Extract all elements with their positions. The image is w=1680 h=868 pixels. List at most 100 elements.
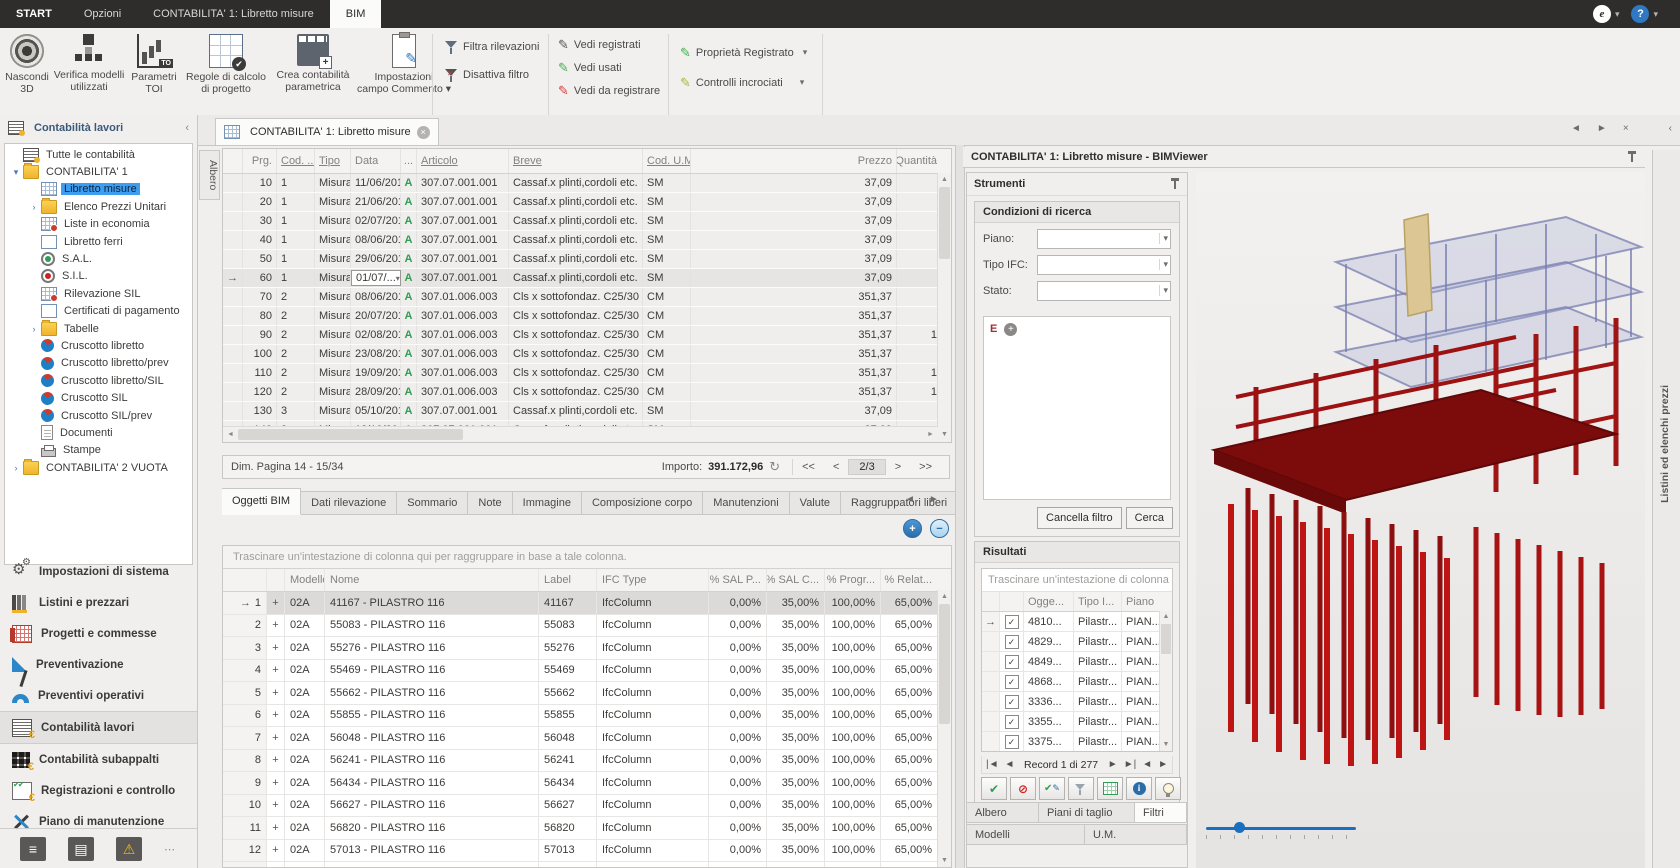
document-tab[interactable]: CONTABILITA' 1: Libretto misure ×: [215, 118, 439, 145]
row-checkbox[interactable]: [1005, 695, 1019, 709]
measure-row[interactable]: 30 1 Misura 02/07/2018 A 307.07.001.001 …: [223, 212, 951, 231]
tree-item[interactable]: Libretto ferri: [5, 233, 192, 250]
more-options-icon[interactable]: ⋯: [164, 843, 177, 856]
module-nav-item[interactable]: Contabilità subappalti: [0, 744, 197, 775]
menu-tab[interactable]: CONTABILITA' 1: Libretto misure: [137, 0, 330, 28]
pin-icon[interactable]: [1170, 178, 1180, 190]
tree-expander-icon[interactable]: ›: [9, 463, 23, 473]
bim-object-row[interactable]: 3 + 02A 55276 - PILASTRO 116 55276 IfcCo…: [223, 637, 951, 660]
date-cell[interactable]: 20/07/2018: [351, 307, 401, 325]
row-checkbox[interactable]: [1005, 655, 1019, 669]
tree-item[interactable]: Stampe: [5, 442, 192, 459]
cerca-button[interactable]: Cerca: [1126, 507, 1173, 529]
filter-operator[interactable]: E: [990, 323, 997, 335]
vertical-scrollbar[interactable]: ▲ ▼: [1159, 611, 1172, 751]
measure-row[interactable]: 20 1 Misura 21/06/2018 A 307.07.001.001 …: [223, 193, 951, 212]
filter-builder[interactable]: E +: [983, 316, 1171, 500]
scroll-up-icon[interactable]: ▲: [938, 590, 951, 603]
deselect-all-button[interactable]: ⊘: [1010, 777, 1036, 800]
measure-row[interactable]: 70 2 Misura 08/06/2018 A 307.01.006.003 …: [223, 288, 951, 307]
date-cell[interactable]: 28/09/2018: [351, 383, 401, 401]
date-cell[interactable]: 11/06/2018: [351, 174, 401, 192]
bim-object-row[interactable]: 7 + 02A 56048 - PILASTRO 116 56048 IfcCo…: [223, 727, 951, 750]
result-row[interactable]: 3375... Pilastr... PIAN...: [982, 732, 1172, 752]
date-cell[interactable]: 02/07/2018: [351, 212, 401, 230]
row-checkbox[interactable]: [1005, 735, 1019, 749]
column-header[interactable]: Modello: [285, 569, 325, 591]
row-expand-icon[interactable]: +: [267, 592, 285, 614]
strumenti-tab[interactable]: Piani di taglio: [1039, 802, 1135, 823]
pager-last-button[interactable]: >>: [910, 459, 941, 475]
viewer-zoom-slider[interactable]: [1206, 822, 1356, 836]
combo-dropdown[interactable]: [1037, 229, 1171, 249]
vedi-registrati-button[interactable]: ✎ Vedi registrati: [558, 38, 641, 51]
date-cell[interactable]: 01/07/...: [351, 270, 401, 286]
close-document-icon[interactable]: ×: [1623, 123, 1629, 134]
brand-caret-icon[interactable]: ▾: [1615, 9, 1620, 20]
menu-tab[interactable]: Opzioni: [68, 0, 137, 28]
hscroll-right-icon[interactable]: ►: [1158, 759, 1168, 770]
tree-item[interactable]: › CONTABILITA' 2 VUOTA: [5, 459, 192, 476]
detail-tab[interactable]: Dati rilevazione: [301, 491, 397, 515]
column-header[interactable]: % SAL C...: [767, 569, 825, 591]
module-nav-item[interactable]: Piano di manutenzione: [0, 806, 197, 837]
tree-expander-icon[interactable]: ›: [27, 202, 41, 212]
row-expand-icon[interactable]: +: [267, 862, 285, 868]
scrollbar-thumb[interactable]: [1161, 624, 1171, 654]
date-cell[interactable]: 19/09/2018: [351, 364, 401, 382]
date-cell[interactable]: 05/10/2018: [351, 402, 401, 420]
tab-scroll-left-icon[interactable]: ◄: [1571, 123, 1581, 134]
module-nav-item[interactable]: Progetti e commesse: [0, 618, 197, 649]
measure-row[interactable]: 110 2 Misura 19/09/2018 A 307.01.006.003…: [223, 364, 951, 383]
vertical-scrollbar[interactable]: ▲: [937, 173, 951, 426]
collapse-right-strip-icon[interactable]: ‹: [1669, 123, 1672, 134]
detail-tab[interactable]: Composizione corpo: [582, 491, 703, 515]
tree-item[interactable]: Libretto misure: [5, 181, 192, 198]
row-expand-icon[interactable]: +: [267, 772, 285, 794]
column-header[interactable]: ...: [401, 149, 417, 173]
row-expand-icon[interactable]: +: [267, 705, 285, 727]
module-nav-item[interactable]: Preventivi operativi: [0, 680, 197, 711]
result-row[interactable]: 4810... Pilastr... PIAN...: [982, 612, 1172, 632]
scrollbar-thumb[interactable]: [939, 604, 950, 724]
help-icon[interactable]: ?: [1631, 5, 1649, 23]
ribbon-big-button[interactable]: Nascondi 3D: [4, 32, 50, 116]
tree-item[interactable]: Rilevazione SIL: [5, 285, 192, 302]
bim-object-row[interactable]: 8 + 02A 56241 - PILASTRO 116 56241 IfcCo…: [223, 750, 951, 773]
cancella-filtro-button[interactable]: Cancella filtro: [1037, 507, 1122, 529]
apply-selection-button[interactable]: ✔✎: [1039, 777, 1065, 800]
column-header[interactable]: Label: [539, 569, 597, 591]
measure-row[interactable]: 60 1 Misura 01/07/... A 307.07.001.001 C…: [223, 269, 951, 288]
scroll-down-icon[interactable]: ▼: [938, 427, 951, 442]
horizontal-scrollbar[interactable]: ◄ ►: [223, 426, 938, 442]
row-expand-icon[interactable]: +: [267, 660, 285, 682]
date-cell[interactable]: 02/08/2018: [351, 326, 401, 344]
record-last-icon[interactable]: ►|: [1124, 759, 1137, 770]
row-checkbox[interactable]: [1005, 635, 1019, 649]
column-header[interactable]: Articolo: [417, 149, 509, 173]
sidebar-collapse-icon[interactable]: ‹: [185, 122, 189, 134]
panel-splitter[interactable]: [955, 145, 965, 868]
refresh-icon[interactable]: ↻: [769, 459, 780, 475]
module-nav-item[interactable]: Registrazioni e controllo: [0, 775, 197, 806]
row-expand-icon[interactable]: +: [267, 817, 285, 839]
measure-row[interactable]: 120 2 Misura 28/09/2018 A 307.01.006.003…: [223, 383, 951, 402]
measure-row[interactable]: 100 2 Misura 23/08/2018 A 307.01.006.003…: [223, 345, 951, 364]
tree-item[interactable]: S.A.L.: [5, 250, 192, 267]
tree-item[interactable]: › Elenco Prezzi Unitari: [5, 198, 192, 215]
column-header[interactable]: [223, 569, 267, 591]
scrollbar-thumb[interactable]: [939, 187, 950, 259]
measure-row[interactable]: 130 3 Misura 05/10/2018 A 307.07.001.001…: [223, 402, 951, 421]
row-expand-icon[interactable]: +: [267, 840, 285, 862]
bim-object-row[interactable]: 10 + 02A 56627 - PILASTRO 116 56627 IfcC…: [223, 795, 951, 818]
disattiva-filtro-button[interactable]: ✕ Disattiva filtro: [444, 68, 529, 82]
tree-item[interactable]: S.I.L.: [5, 268, 192, 285]
hscroll-left-icon[interactable]: ◄: [1142, 759, 1152, 770]
column-header[interactable]: [223, 149, 243, 173]
row-expand-icon[interactable]: +: [267, 750, 285, 772]
tree-item[interactable]: Certificati di pagamento: [5, 303, 192, 320]
column-header[interactable]: Tipo I...: [1074, 592, 1122, 611]
bim-3d-viewport[interactable]: [1196, 172, 1645, 868]
tree-item[interactable]: Liste in economia: [5, 216, 192, 233]
column-header[interactable]: Cod. U.M.: [643, 149, 691, 173]
